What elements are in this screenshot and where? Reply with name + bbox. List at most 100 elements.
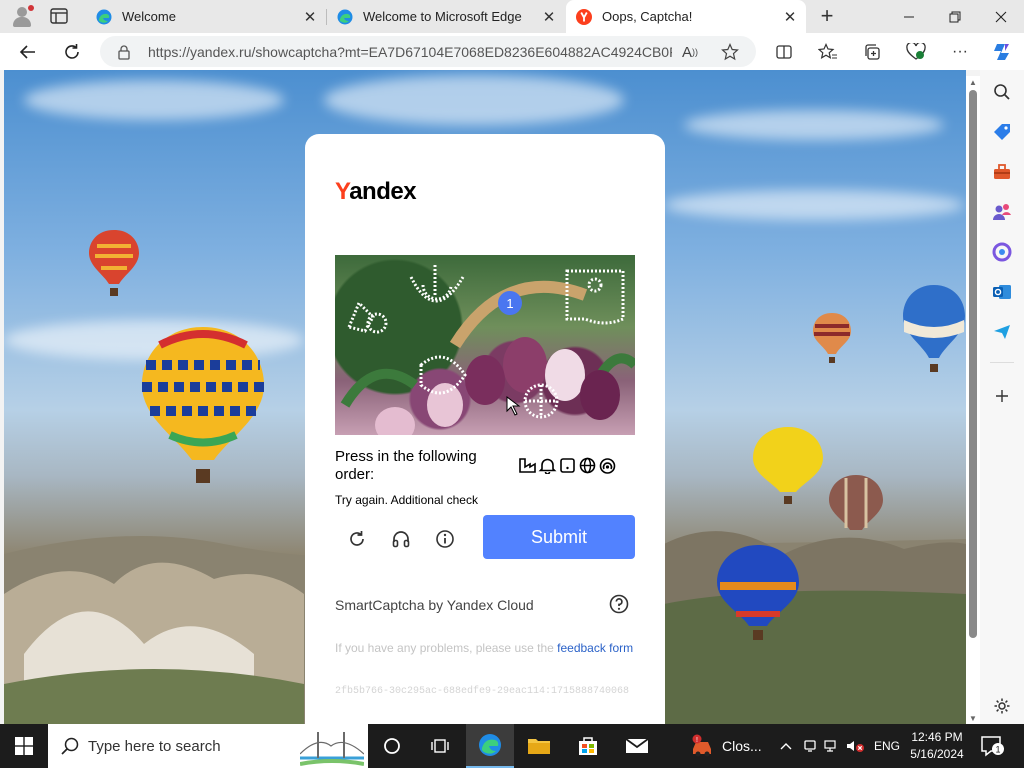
collections-icon[interactable] (859, 39, 885, 65)
shopping-tag-icon[interactable] (991, 121, 1013, 143)
hot-air-balloon (89, 230, 139, 296)
cloud (664, 190, 964, 220)
help-icon[interactable] (609, 594, 629, 614)
hot-air-balloon (829, 475, 883, 530)
edge-icon (96, 9, 112, 25)
file-explorer-icon[interactable] (515, 724, 563, 768)
hot-air-balloon (813, 313, 851, 363)
new-tab-icon[interactable]: + (814, 3, 840, 28)
more-options-icon[interactable]: ··· (947, 39, 973, 65)
sidebar-settings-gear-icon[interactable] (991, 695, 1013, 717)
tab-welcome-edge[interactable]: Welcome to Microsoft Edge ✕ (327, 0, 565, 33)
feedback-text: If you have any problems, please use the… (335, 641, 634, 655)
search-icon[interactable] (991, 81, 1013, 103)
browser-essentials-icon[interactable] (903, 39, 929, 65)
edge-sidebar (980, 70, 1024, 724)
search-icon (60, 736, 80, 756)
audio-captcha-icon[interactable] (389, 527, 413, 551)
search-placeholder: Type here to search (88, 738, 221, 755)
globe-icon (578, 457, 597, 474)
favorites-icon[interactable] (815, 39, 841, 65)
tab-title: Welcome to Microsoft Edge (363, 9, 522, 24)
cloud (684, 110, 944, 140)
warning-car-icon: ! (692, 734, 711, 757)
yandex-icon (576, 8, 592, 25)
task-view-cortana-icon[interactable] (368, 724, 416, 768)
svg-text:!: ! (696, 737, 698, 744)
close-tab-icon[interactable]: ✕ (539, 7, 559, 27)
notification-count: 1 (995, 745, 1000, 755)
clock-date: 5/16/2024 (910, 747, 964, 761)
profile-avatar-icon[interactable] (10, 5, 34, 29)
yandex-logo: Yandex (335, 178, 417, 205)
tab-title: Welcome (122, 9, 176, 24)
mail-icon[interactable] (613, 724, 661, 768)
refresh-icon[interactable] (57, 37, 87, 67)
read-aloud-icon[interactable]: A)) (680, 42, 700, 62)
network-icon[interactable] (820, 724, 840, 768)
edge-taskbar-icon[interactable] (466, 724, 514, 768)
captcha-overlay-illustration: 1 (340, 265, 635, 435)
tab-actions-icon[interactable] (48, 6, 70, 26)
microsoft-store-icon[interactable] (564, 724, 612, 768)
url-text[interactable]: https://yandex.ru/showcaptcha?mt=EA7D671… (148, 44, 672, 60)
windows-start-icon[interactable] (0, 724, 48, 768)
language-indicator[interactable]: ENG (870, 724, 904, 768)
restore-icon[interactable] (932, 0, 978, 33)
scrollbar-thumb[interactable] (969, 90, 977, 638)
volume-muted-icon[interactable] (842, 724, 868, 768)
office-icon[interactable] (991, 241, 1013, 263)
browser-toolbar: https://yandex.ru/showcaptcha?mt=EA7D671… (0, 33, 1024, 70)
add-icon[interactable] (991, 385, 1013, 407)
show-hidden-icons-chevron-icon[interactable] (776, 724, 796, 768)
page-scrollbar[interactable]: ▲ ▼ (966, 76, 980, 724)
task-view-icon[interactable] (416, 724, 464, 768)
minimize-icon[interactable] (886, 0, 932, 33)
info-icon[interactable] (433, 527, 457, 551)
close-window-icon[interactable] (978, 0, 1024, 33)
hot-air-balloon (903, 285, 965, 372)
captcha-id: 2fb5b766-30c295ac-688edfe9-29eac114:1715… (335, 686, 630, 697)
cloud (24, 80, 284, 120)
bridge-illustration-icon (300, 732, 364, 766)
clock-time: 12:46 PM (911, 730, 963, 744)
close-tab-icon[interactable]: ✕ (300, 7, 320, 27)
scroll-up-icon[interactable]: ▲ (966, 76, 980, 88)
action-center-icon[interactable]: 1 (978, 734, 1006, 758)
outlook-icon[interactable] (991, 281, 1013, 303)
taskbar-clock[interactable]: 12:46 PM 5/16/2024 (906, 729, 968, 763)
hot-air-balloon (142, 327, 264, 483)
factory-icon (518, 457, 537, 474)
address-bar[interactable]: https://yandex.ru/showcaptcha?mt=EA7D671… (100, 36, 756, 67)
close-tab-icon[interactable]: ✕ (780, 7, 800, 27)
split-screen-icon[interactable] (771, 39, 797, 65)
back-arrow-icon[interactable] (13, 37, 43, 67)
people-icon[interactable] (991, 201, 1013, 223)
lock-icon[interactable] (116, 44, 132, 60)
send-icon[interactable] (991, 321, 1013, 343)
click-marker-number: 1 (506, 296, 513, 311)
cloud (324, 75, 624, 125)
bell-icon (538, 457, 557, 475)
hot-air-balloon (753, 427, 823, 504)
tablet-icon (558, 457, 577, 474)
feedback-link[interactable]: feedback form (557, 641, 633, 655)
closing-app-label: Clos... (722, 738, 762, 754)
captcha-instruction: Press in the following order: (335, 448, 477, 483)
refresh-captcha-icon[interactable] (345, 527, 369, 551)
captcha-order-icons (518, 457, 617, 475)
edge-icon (337, 9, 353, 25)
tray-device-icon[interactable] (800, 724, 820, 768)
captcha-card: Yandex 1 Press in the following order: T… (305, 134, 665, 724)
copilot-icon[interactable] (989, 39, 1015, 65)
captcha-image[interactable]: 1 (335, 255, 635, 435)
tools-icon[interactable] (991, 161, 1013, 183)
favorite-star-icon[interactable] (720, 42, 740, 62)
submit-button[interactable]: Submit (483, 515, 635, 559)
taskbar-search-box[interactable]: Type here to search (48, 724, 368, 768)
tab-captcha[interactable]: Oops, Captcha! ✕ (566, 0, 806, 33)
tab-welcome[interactable]: Welcome ✕ (86, 0, 326, 33)
closing-app-taskbar-item[interactable]: ! Clos... (690, 724, 772, 768)
signal-icon (598, 457, 617, 474)
scroll-down-icon[interactable]: ▼ (966, 712, 980, 724)
